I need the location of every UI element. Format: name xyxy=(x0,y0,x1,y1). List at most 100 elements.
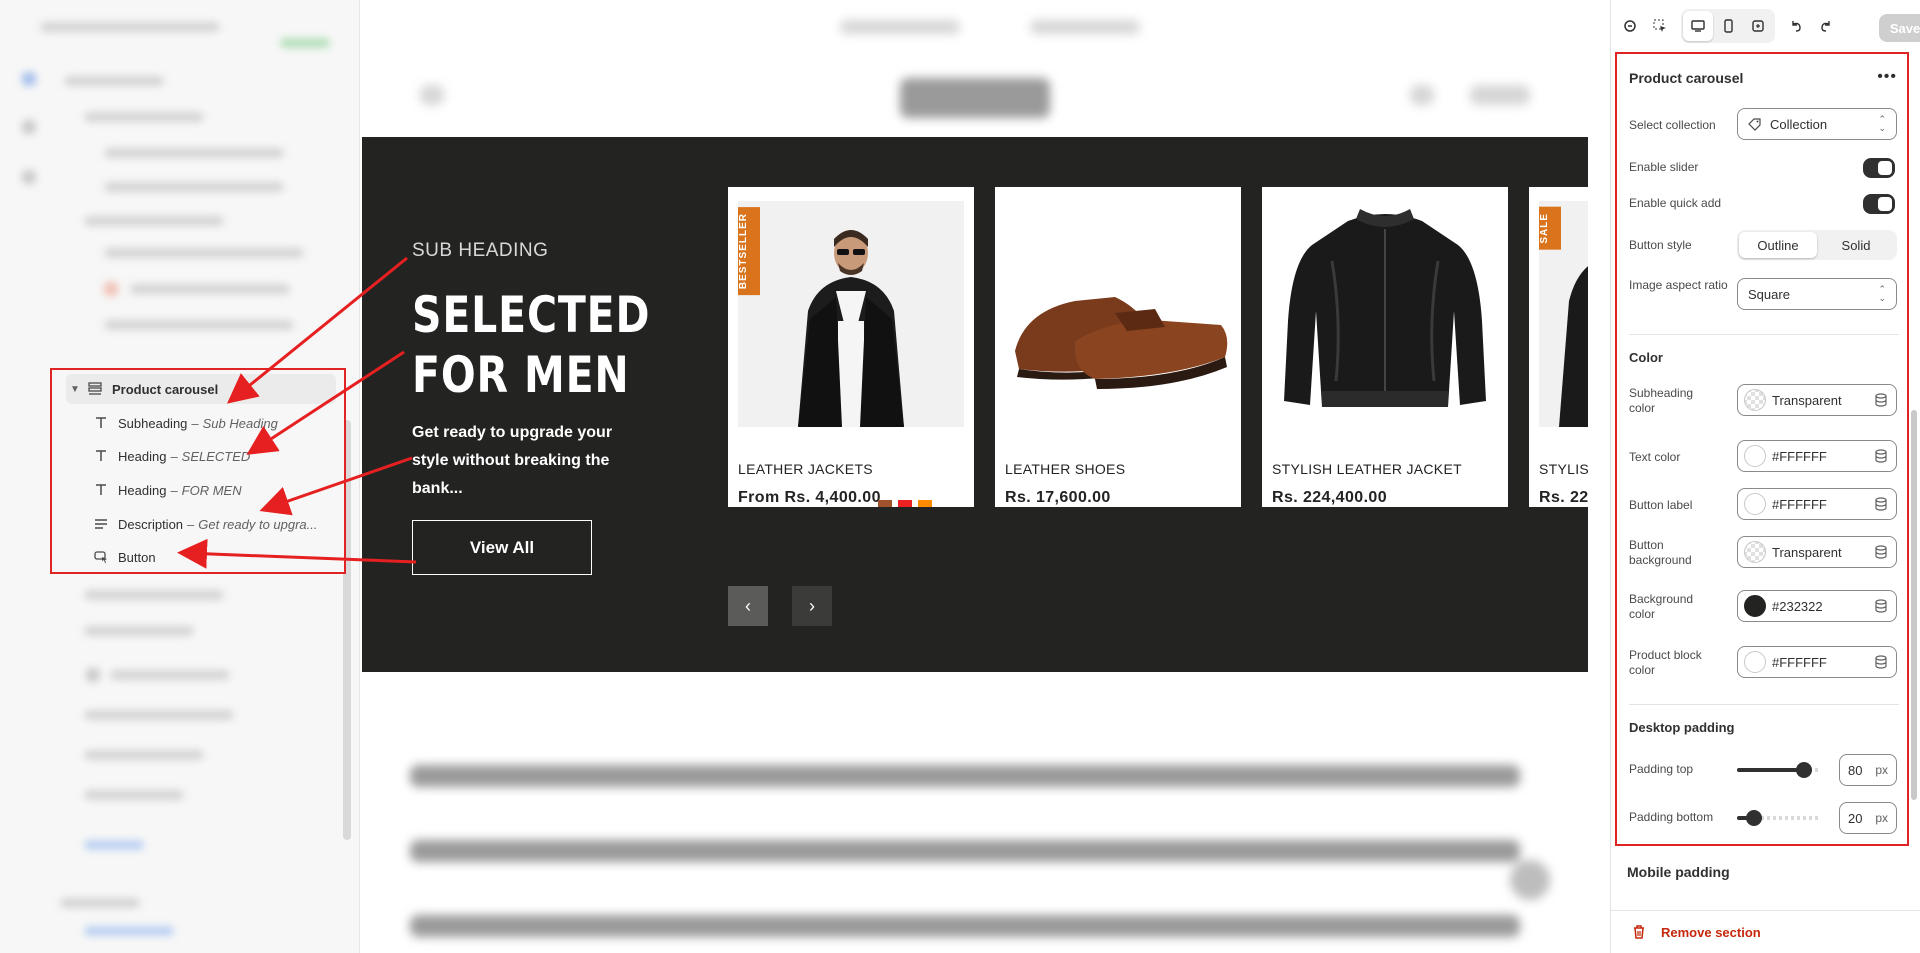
hero-description[interactable]: Get ready to upgrade your style without … xyxy=(412,419,632,503)
divider xyxy=(1629,704,1899,705)
product-card[interactable]: SALE STYLISH Rs. 22 xyxy=(1529,187,1588,507)
redo-icon[interactable] xyxy=(1811,11,1841,41)
product-image[interactable] xyxy=(738,201,964,427)
product-title[interactable]: STYLISH xyxy=(1539,461,1588,477)
color-swatch xyxy=(1744,651,1766,673)
product-carousel-section[interactable]: SUB HEADING SELECTED FOR MEN Get ready t… xyxy=(362,137,1588,672)
padding-bottom-label: Padding bottom xyxy=(1629,810,1714,824)
database-icon[interactable] xyxy=(1874,497,1888,511)
tree-item-button[interactable]: Button xyxy=(66,542,336,572)
padding-top-label: Padding top xyxy=(1629,762,1694,776)
product-card[interactable]: LEATHER SHOES Rs. 17,600.00 xyxy=(995,187,1241,507)
color-heading: Color xyxy=(1629,350,1663,365)
tree-item-sub: SELECTED xyxy=(181,448,251,464)
tree-item-heading-selected[interactable]: Heading – SELECTED xyxy=(66,441,336,471)
collection-select[interactable]: Collection ⌃ ⌄ xyxy=(1737,108,1897,140)
swatch-orange[interactable] xyxy=(918,500,932,507)
padding-bottom-input[interactable]: 20 px xyxy=(1839,802,1897,834)
tree-item-label: Description xyxy=(118,516,184,532)
chevron-down-icon[interactable]: ▼ xyxy=(66,384,84,395)
storefront-preview: SUB HEADING SELECTED FOR MEN Get ready t… xyxy=(360,0,1610,953)
database-icon[interactable] xyxy=(1874,393,1888,407)
section-tree-highlight: ▼ Product carousel Subheading – Sub Head… xyxy=(50,368,346,574)
product-title[interactable]: STYLISH LEATHER JACKET xyxy=(1272,461,1462,477)
product-image[interactable] xyxy=(1272,201,1498,427)
background-color-label: Background color xyxy=(1629,592,1694,621)
tree-item-description[interactable]: Description – Get ready to upgra... xyxy=(66,509,336,539)
save-button[interactable]: Save xyxy=(1879,14,1920,42)
blurred-site-header xyxy=(360,0,1610,137)
color-value: #FFFFFF xyxy=(1772,448,1827,464)
product-card[interactable]: STYLISH LEATHER JACKET Rs. 224,400.00 xyxy=(1262,187,1508,507)
enable-quick-add-toggle[interactable] xyxy=(1863,194,1895,214)
image-aspect-value: Square xyxy=(1748,286,1790,302)
tree-separator: – xyxy=(191,415,199,431)
inspector-icon[interactable] xyxy=(1645,11,1675,41)
database-icon[interactable] xyxy=(1874,545,1888,559)
swatch-red[interactable] xyxy=(898,500,912,507)
tree-item-label: Heading xyxy=(118,482,167,498)
button-style-outline[interactable]: Outline xyxy=(1739,232,1817,258)
button-background-color-picker[interactable]: Transparent xyxy=(1737,536,1897,568)
carousel-section-icon xyxy=(84,380,106,398)
database-icon[interactable] xyxy=(1874,599,1888,613)
desktop-icon[interactable] xyxy=(1683,11,1713,41)
color-value: #FFFFFF xyxy=(1772,654,1827,670)
carousel-prev-button[interactable]: ‹ xyxy=(728,586,768,626)
color-swatch xyxy=(1744,389,1766,411)
left-sidebar: ▼ Product carousel Subheading – Sub Head… xyxy=(0,0,360,953)
text-icon xyxy=(90,414,112,432)
button-cursor-icon xyxy=(90,548,112,566)
button-label-color-picker[interactable]: #FFFFFF xyxy=(1737,488,1897,520)
color-value: Transparent xyxy=(1772,544,1842,560)
carousel-next-button[interactable]: › xyxy=(792,586,832,626)
tree-separator: – xyxy=(187,516,195,532)
text-color-picker[interactable]: #FFFFFF xyxy=(1737,440,1897,472)
product-title[interactable]: LEATHER SHOES xyxy=(1005,461,1125,477)
more-options-icon[interactable]: ••• xyxy=(1877,68,1897,86)
enable-quick-add-label: Enable quick add xyxy=(1629,196,1722,210)
mobile-padding-heading: Mobile padding xyxy=(1627,864,1730,880)
padding-bottom-slider[interactable] xyxy=(1737,810,1821,826)
tree-item-sub: FOR MEN xyxy=(181,482,242,498)
tree-item-subheading[interactable]: Subheading – Sub Heading xyxy=(66,408,336,438)
tree-item-product-carousel[interactable]: ▼ Product carousel xyxy=(66,374,336,404)
subheading-color-picker[interactable]: Transparent xyxy=(1737,384,1897,416)
mobile-icon[interactable] xyxy=(1713,11,1743,41)
database-icon[interactable] xyxy=(1874,449,1888,463)
hero-heading[interactable]: SELECTED FOR MEN xyxy=(412,285,650,405)
enable-slider-toggle[interactable] xyxy=(1863,158,1895,178)
color-swatch xyxy=(1744,493,1766,515)
product-image[interactable] xyxy=(1005,201,1231,427)
remove-section-button[interactable]: Remove section xyxy=(1611,910,1920,953)
settings-panel: Save Product carousel ••• Select collect… xyxy=(1610,0,1920,953)
swatch-brown[interactable] xyxy=(878,500,892,507)
view-all-button[interactable]: View All xyxy=(412,520,592,575)
button-background-color-label: Button background xyxy=(1629,538,1692,567)
tree-parent-label: Product carousel xyxy=(112,381,219,397)
product-card[interactable]: BESTSELLER LEATHER JACKETS From Rs. 4,40… xyxy=(728,187,1161,507)
fullscreen-icon[interactable] xyxy=(1743,11,1773,41)
button-style-solid[interactable]: Solid xyxy=(1817,232,1895,258)
padding-top-input[interactable]: 80 px xyxy=(1839,754,1897,786)
hero-subheading[interactable]: SUB HEADING xyxy=(412,240,548,262)
remove-section-label: Remove section xyxy=(1661,924,1761,940)
blurred-sidebar-top xyxy=(0,0,360,360)
select-arrows-icon: ⌃ ⌄ xyxy=(1878,284,1886,303)
hero-heading-line2: FOR MEN xyxy=(412,346,630,404)
tree-item-sub: Sub Heading xyxy=(202,415,278,431)
unit-label: px xyxy=(1875,763,1888,777)
product-block-color-picker[interactable]: #FFFFFF xyxy=(1737,646,1897,678)
tree-item-heading-for-men[interactable]: Heading – FOR MEN xyxy=(66,475,336,505)
text-color-label: Text color xyxy=(1629,450,1681,464)
database-icon[interactable] xyxy=(1874,655,1888,669)
paragraph-icon xyxy=(90,515,112,533)
undo-icon[interactable] xyxy=(1781,11,1811,41)
product-title[interactable]: LEATHER JACKETS xyxy=(738,461,873,477)
panel-scrollbar[interactable] xyxy=(1911,60,1917,800)
text-icon xyxy=(90,481,112,499)
padding-top-slider[interactable] xyxy=(1737,762,1821,778)
app-icon[interactable] xyxy=(1615,11,1645,41)
image-aspect-select[interactable]: Square ⌃ ⌄ xyxy=(1737,278,1897,310)
background-color-picker[interactable]: #232322 xyxy=(1737,590,1897,622)
